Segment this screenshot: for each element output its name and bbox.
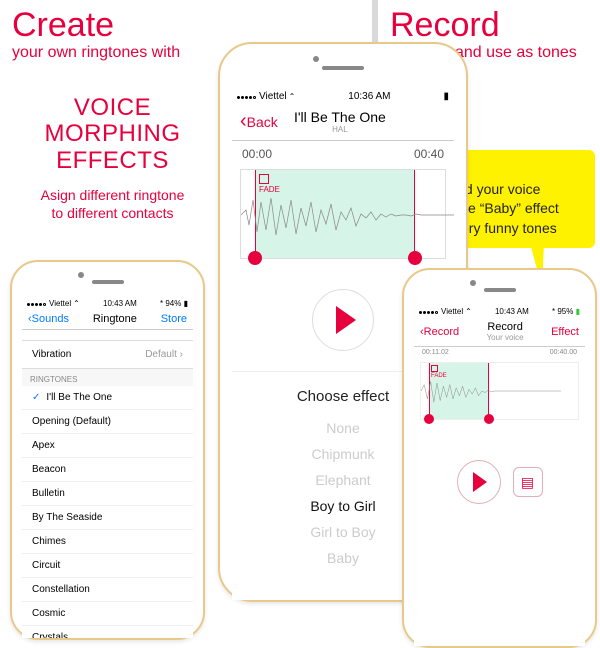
back-label: Sounds [32, 313, 69, 325]
carrier-label: Viettel [49, 299, 71, 308]
effect-button[interactable]: Effect [551, 326, 579, 338]
phone-camera [470, 280, 476, 286]
rec-time-start: 00:11.02 [422, 349, 449, 356]
nav-title: Ringtone [69, 313, 161, 325]
save-button[interactable]: ▤ [513, 467, 543, 497]
store-button[interactable]: Store [161, 313, 187, 325]
checkmark-icon: ✓ [32, 392, 40, 403]
time-end: 00:40 [414, 147, 444, 161]
carrier-label: Viettel [259, 91, 287, 102]
wifi-icon: ⌃ [73, 299, 80, 308]
signal-dots-icon [27, 299, 47, 308]
time-start: 00:00 [242, 147, 272, 161]
ringtone-row[interactable]: Beacon [22, 458, 193, 482]
phone-speaker [322, 66, 364, 70]
trim-handle-left[interactable] [248, 251, 262, 265]
vibration-row[interactable]: Vibration Default › [22, 340, 193, 369]
back-button[interactable]: ‹ Sounds [28, 313, 69, 325]
chevron-left-icon: ‹ [240, 110, 247, 133]
signal-dots-icon [419, 307, 439, 316]
back-button[interactable]: ‹ Record [420, 326, 459, 338]
wifi-icon: ⌃ [289, 92, 296, 101]
battery-status: * 95% ▮ [552, 307, 580, 316]
phone-camera [313, 56, 319, 62]
phone-record: Viettel ⌃ 10:43 AM * 95% ▮ ‹ Record Reco… [402, 268, 597, 648]
play-button[interactable] [312, 289, 374, 351]
vibration-label: Vibration [32, 349, 71, 360]
status-time: 10:36 AM [348, 91, 390, 102]
status-time: 10:43 AM [495, 307, 529, 316]
status-bar: Viettel ⌃ 10:43 AM * 94% ▮ [22, 298, 193, 309]
status-time: 10:43 AM [103, 299, 137, 308]
play-icon [336, 306, 356, 334]
status-bar: Viettel ⌃ 10:43 AM * 95% ▮ [414, 306, 585, 317]
waveform-area[interactable]: FADE [240, 169, 446, 259]
record-title: Record [390, 8, 600, 42]
voice-line-2: MORPHING [10, 121, 215, 147]
time-row: 00:00 00:40 [232, 141, 454, 167]
signal-dots-icon [237, 91, 257, 102]
checkbox-icon [259, 174, 269, 184]
create-title: Create [12, 8, 370, 42]
ringtone-row[interactable]: Apex [22, 434, 193, 458]
chevron-right-icon: › [180, 349, 183, 360]
carrier-label: Viettel [441, 307, 463, 316]
ringtones-section-header: RINGTONES [22, 369, 193, 386]
trim-handle-left[interactable] [424, 414, 434, 424]
phone-speaker [92, 280, 124, 284]
trim-handle-right[interactable] [484, 414, 494, 424]
play-icon [473, 472, 487, 492]
ringtone-row[interactable]: Cosmic [22, 602, 193, 626]
play-button[interactable] [457, 460, 501, 504]
ringtone-row[interactable]: Crystals [22, 626, 193, 638]
wifi-icon: ⌃ [465, 307, 472, 316]
phone-a-screen: Viettel ⌃ 10:43 AM * 94% ▮ ‹ Sounds Ring… [22, 298, 193, 638]
ringtone-row[interactable]: Bulletin [22, 482, 193, 506]
save-icon: ▤ [521, 474, 534, 491]
ringtone-row[interactable]: Opening (Default) [22, 410, 193, 434]
checkbox-icon [431, 365, 438, 372]
record-waveform-area[interactable]: FADE [420, 362, 579, 420]
status-bar: Viettel ⌃ 10:36 AM ▮ [232, 90, 454, 103]
trim-handle-right[interactable] [408, 251, 422, 265]
record-time-row: 00:11.02 00:40.00 [414, 347, 585, 358]
phone-camera [78, 272, 84, 278]
ringtone-row[interactable]: Circuit [22, 554, 193, 578]
back-button[interactable]: ‹ Back [240, 110, 278, 133]
nav-bar: ‹ Back I'll Be The One HAL [232, 103, 454, 141]
phone-c-screen: Viettel ⌃ 10:43 AM * 95% ▮ ‹ Record Reco… [414, 306, 585, 646]
ringtone-row[interactable]: Constellation [22, 578, 193, 602]
back-label: Back [247, 114, 278, 130]
rec-time-end: 00:40.00 [550, 349, 577, 356]
nav-subtitle: HAL [278, 125, 402, 134]
record-controls-row: ▤ [414, 460, 585, 504]
battery-icon: ▮ [443, 91, 449, 102]
nav-subtitle: Your voice [459, 333, 551, 342]
battery-status: * 94% ▮ [160, 299, 188, 308]
waveform-icon [421, 375, 561, 407]
voice-line-3: EFFECTS [10, 148, 215, 174]
nav-title: I'll Be The One HAL [278, 109, 402, 134]
voice-sub-2: to different contacts [10, 204, 215, 222]
nav-bar: ‹ Record Record Your voice Effect [414, 317, 585, 347]
nav-title: Record Your voice [459, 321, 551, 342]
voice-sub-1: Asign different ringtone [10, 186, 215, 204]
waveform-icon [241, 190, 454, 240]
voice-line-1: VOICE [10, 95, 215, 121]
phone-speaker [484, 288, 516, 292]
ringtone-row-selected[interactable]: ✓I'll Be The One [22, 386, 193, 410]
ringtone-row[interactable]: Chimes [22, 530, 193, 554]
nav-bar: ‹ Sounds Ringtone Store [22, 309, 193, 330]
ringtone-row[interactable]: By The Seaside [22, 506, 193, 530]
back-label: Record [424, 326, 459, 338]
phone-ringtone-list: Viettel ⌃ 10:43 AM * 94% ▮ ‹ Sounds Ring… [10, 260, 205, 640]
voice-morphing-block: VOICE MORPHING EFFECTS Asign different r… [10, 95, 215, 223]
